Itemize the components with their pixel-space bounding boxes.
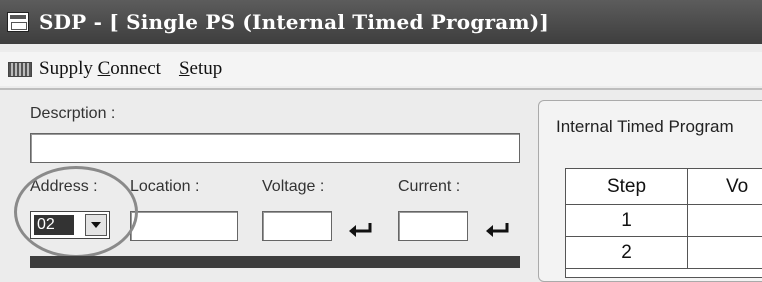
location-label: Location : [130, 178, 200, 195]
program-table[interactable]: Step Vo 1 0 2 0 [565, 168, 762, 278]
window-title: SDP - [ Single PS (Internal Timed Progra… [39, 10, 550, 34]
column-header-step[interactable]: Step [566, 169, 688, 205]
menu-separator [0, 88, 762, 90]
menu-supply-connect[interactable]: Supply Connect [39, 58, 161, 80]
location-field[interactable] [130, 211, 238, 241]
current-label: Current : [398, 178, 461, 195]
voltage-field[interactable] [262, 211, 332, 241]
voltage-label: Voltage : [262, 178, 325, 195]
status-panel [30, 256, 520, 268]
table-row-voltage[interactable]: 0 [688, 237, 762, 269]
menu-bar: Supply Connect Setup [0, 52, 762, 86]
address-highlight-circle [14, 166, 138, 258]
table-row-step[interactable]: 1 [566, 205, 688, 237]
table-row-step[interactable]: 2 [566, 237, 688, 269]
app-window-icon [7, 12, 29, 32]
enter-current-icon[interactable] [484, 222, 510, 238]
column-header-voltage[interactable]: Vo [688, 169, 762, 205]
table-row-voltage[interactable]: 0 [688, 205, 762, 237]
current-field[interactable] [398, 211, 468, 241]
title-bar: SDP - [ Single PS (Internal Timed Progra… [0, 0, 762, 44]
description-label: Descrption : [30, 105, 116, 122]
description-field[interactable] [30, 133, 520, 163]
enter-voltage-icon[interactable] [347, 222, 373, 238]
program-group-title: Internal Timed Program [556, 117, 734, 136]
menu-setup[interactable]: Setup [179, 58, 222, 80]
menu-app-icon[interactable] [8, 61, 32, 77]
